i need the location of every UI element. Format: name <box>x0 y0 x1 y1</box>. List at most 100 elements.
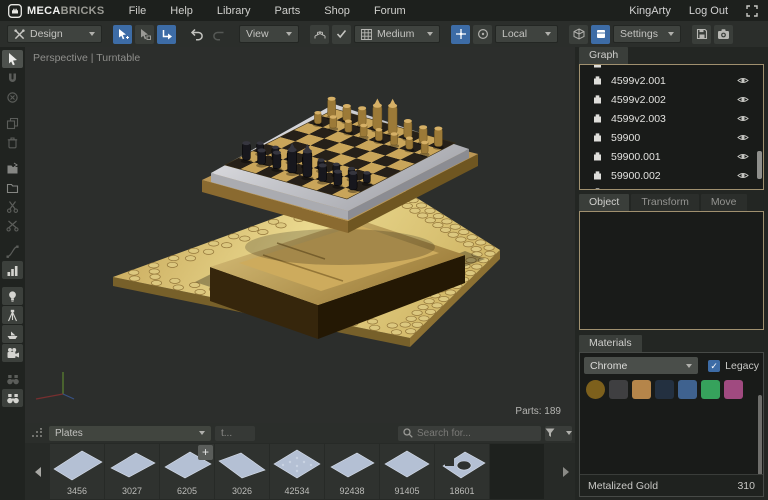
graph-row[interactable]: 4599v2.001 <box>580 71 763 90</box>
swatch-blue[interactable] <box>678 380 697 399</box>
material-category-select[interactable]: Chrome <box>584 357 699 374</box>
scroll-left-button[interactable] <box>31 443 45 500</box>
swatch-dark-navy[interactable] <box>655 380 674 399</box>
statistics-button[interactable] <box>2 261 23 279</box>
curve-button[interactable] <box>2 242 23 260</box>
materials-scrollbar[interactable] <box>758 395 762 485</box>
snap-check-button[interactable] <box>332 24 351 44</box>
magnet-button[interactable] <box>2 69 23 87</box>
menu-parts[interactable]: Parts <box>275 5 301 17</box>
preview-off-button[interactable] <box>2 370 23 388</box>
username-link[interactable]: KingArty <box>629 5 671 17</box>
graph-item-label: 59900 <box>611 131 641 144</box>
scissors-icon <box>6 200 19 213</box>
select-add-button[interactable] <box>113 24 132 44</box>
duplicate-button[interactable] <box>2 114 23 132</box>
swatch-metalized-gold[interactable] <box>586 380 605 399</box>
brick-icon <box>594 171 601 180</box>
add-part-button[interactable]: + <box>198 445 213 460</box>
lights-button[interactable] <box>2 287 23 305</box>
graph-row[interactable]: 59900.002 <box>580 166 763 185</box>
move-tool-button[interactable] <box>451 24 470 44</box>
tab-move[interactable]: Move <box>700 194 747 211</box>
menu-forum[interactable]: Forum <box>374 5 406 17</box>
parts-category-select[interactable]: Plates <box>49 425 211 441</box>
screenshot-button[interactable] <box>714 24 733 44</box>
menu-file[interactable]: File <box>129 5 147 17</box>
parts-search-box[interactable] <box>398 425 541 441</box>
swatch-dark-gray[interactable] <box>609 380 628 399</box>
eye-icon[interactable] <box>737 171 749 180</box>
graph-row[interactable]: 59900.001 <box>580 147 763 166</box>
delete-button[interactable] <box>2 133 23 151</box>
swatch-gold[interactable] <box>632 380 651 399</box>
bounding-box-button[interactable] <box>591 24 610 44</box>
check-icon <box>336 29 347 39</box>
brick-icon <box>594 114 601 123</box>
scroll-right-button[interactable] <box>559 443 573 500</box>
redo-button[interactable] <box>209 25 228 44</box>
environment-button[interactable] <box>2 325 23 343</box>
logout-link[interactable]: Log Out <box>689 5 728 17</box>
part-tile[interactable]: 18601 <box>435 444 489 499</box>
split-icon <box>6 220 19 232</box>
part-tile[interactable]: 3026 <box>215 444 269 499</box>
eye-icon[interactable] <box>737 152 749 161</box>
part-tile[interactable]: 91405 <box>380 444 434 499</box>
cut-button[interactable] <box>2 197 23 215</box>
mecabricks-logo[interactable]: MECABRICKS <box>0 3 115 18</box>
tab-graph[interactable]: Graph <box>579 47 629 64</box>
build-mode-button[interactable] <box>310 24 329 44</box>
graph-row[interactable]: 59900 <box>580 128 763 147</box>
view-select[interactable]: View <box>239 25 299 43</box>
rotate-button[interactable] <box>2 88 23 106</box>
design-mode-select[interactable]: Design <box>7 25 102 43</box>
eye-icon[interactable] <box>737 133 749 142</box>
logo-text-light: BRICKS <box>60 4 105 17</box>
legacy-checkbox[interactable]: ✓ <box>708 359 721 372</box>
swatch-green[interactable] <box>701 380 720 399</box>
chevron-down-icon <box>286 32 292 36</box>
viewport-3d[interactable]: Perspective | Turntable Parts: 189 <box>25 47 575 423</box>
swatch-magenta[interactable] <box>724 380 743 399</box>
parts-filter-button[interactable] <box>545 425 572 441</box>
pivot-button[interactable] <box>473 24 492 44</box>
graph-row[interactable]: 4599v2.003 <box>580 109 763 128</box>
menu-library[interactable]: Library <box>217 5 251 17</box>
space-select[interactable]: Local <box>495 25 558 43</box>
graph-scrollbar[interactable] <box>757 151 762 179</box>
split-button[interactable] <box>2 216 23 234</box>
part-tile[interactable]: 42534 <box>270 444 324 499</box>
select-box-button[interactable] <box>135 24 154 44</box>
part-tile[interactable]: 3027 <box>105 444 159 499</box>
grid-size-select[interactable]: Medium <box>354 25 440 43</box>
tab-materials[interactable]: Materials <box>579 335 642 352</box>
eye-icon[interactable] <box>737 76 749 85</box>
parts-breadcrumb-button[interactable]: t... <box>215 425 255 441</box>
eye-icon[interactable] <box>737 114 749 123</box>
parts-search-input[interactable] <box>417 427 536 439</box>
part-tile[interactable]: 92438 <box>325 444 379 499</box>
design-mode-label: Design <box>30 28 63 40</box>
save-button[interactable] <box>692 24 711 44</box>
undo-button[interactable] <box>187 25 206 44</box>
animation-camera-button[interactable] <box>2 344 23 362</box>
preview-button[interactable] <box>2 389 23 407</box>
menu-help[interactable]: Help <box>170 5 193 17</box>
drag-grip-icon[interactable] <box>28 426 45 441</box>
menu-shop[interactable]: Shop <box>324 5 350 17</box>
part-thumbnail <box>273 449 321 479</box>
tab-transform[interactable]: Transform <box>631 194 699 211</box>
fullscreen-icon[interactable] <box>746 4 758 17</box>
group-button[interactable] <box>2 159 23 177</box>
camera-stand-button[interactable] <box>2 306 23 324</box>
select-corner-button[interactable] <box>157 24 176 44</box>
settings-select[interactable]: Settings <box>613 25 681 43</box>
part-tile[interactable]: 3456 <box>50 444 104 499</box>
perspective-cube-button[interactable] <box>569 24 588 44</box>
select-pointer-button[interactable] <box>2 50 23 68</box>
tab-object[interactable]: Object <box>579 194 630 211</box>
eye-icon[interactable] <box>737 95 749 104</box>
graph-row[interactable]: 4599v2.002 <box>580 90 763 109</box>
ungroup-button[interactable] <box>2 178 23 196</box>
